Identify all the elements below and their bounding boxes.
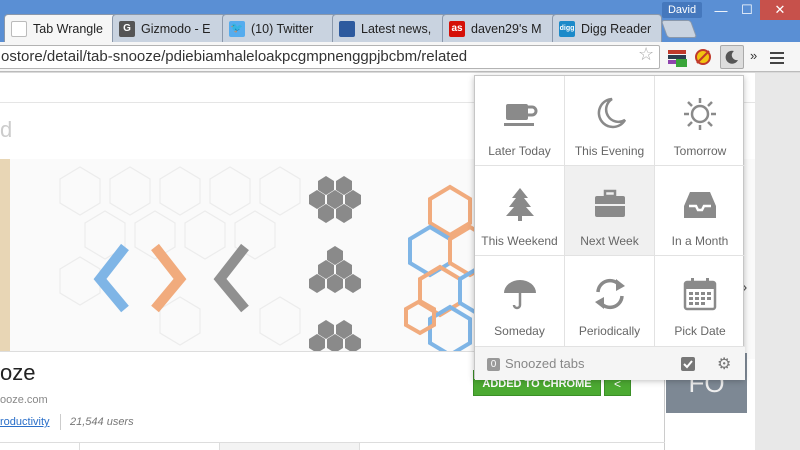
- snooze-periodically[interactable]: Periodically: [565, 256, 655, 346]
- gear-icon[interactable]: ⚙: [717, 354, 731, 374]
- app-category-link[interactable]: roductivity: [0, 416, 50, 428]
- detail-tab[interactable]: [0, 443, 80, 450]
- address-bar[interactable]: ostore/detail/tab-snooze/pdiebiamhaleloa…: [0, 45, 660, 69]
- moon-icon: [597, 97, 626, 129]
- repeat-icon: [594, 278, 625, 310]
- lastfm-icon: as: [449, 20, 465, 37]
- coffee-cup-icon: [503, 104, 537, 126]
- option-label: Someday: [494, 324, 545, 338]
- store-breadcrumb: d: [0, 117, 13, 142]
- chrome-menu-icon[interactable]: [770, 52, 784, 67]
- popup-footer: 0 Snoozed tabs ⚙: [475, 346, 745, 380]
- checkbox-icon[interactable]: [681, 357, 695, 371]
- page-icon: [11, 20, 27, 37]
- snoozed-tabs-link[interactable]: Snoozed tabs: [505, 356, 585, 371]
- calendar-icon: [683, 278, 717, 311]
- option-label: Pick Date: [674, 324, 726, 338]
- bookmark-star-icon[interactable]: ☆: [638, 44, 654, 65]
- snooze-popup: Later Today This Evening Tomorrow This W…: [474, 75, 745, 380]
- tab-title: daven29's M: [471, 21, 542, 36]
- option-label: In a Month: [671, 234, 729, 248]
- app-title: oze: [0, 360, 36, 385]
- title-bar: David — ☐ ✕ Tab Wrangle G Gizmodo - E 🐦 …: [0, 0, 800, 42]
- tab-tab-wrangler[interactable]: Tab Wrangle: [4, 14, 118, 42]
- briefcase-icon: [594, 189, 625, 217]
- option-label: Next Week: [580, 234, 639, 248]
- user-badge[interactable]: David: [662, 2, 702, 18]
- detail-tabs: [0, 442, 665, 450]
- snooze-this-evening[interactable]: This Evening: [565, 76, 655, 166]
- maximize-button[interactable]: ☐: [734, 0, 760, 20]
- sun-icon: [684, 98, 716, 130]
- tab-title: Tab Wrangle: [33, 21, 103, 36]
- umbrella-icon: [503, 280, 536, 310]
- digg-icon: digg: [559, 20, 575, 37]
- option-label: Tomorrow: [673, 144, 727, 158]
- tab-strip: Tab Wrangle G Gizmodo - E 🐦 (10) Twitter…: [0, 14, 662, 42]
- option-label: This Evening: [574, 144, 645, 158]
- twitter-icon: 🐦: [229, 20, 245, 37]
- gizmodo-icon: G: [119, 20, 135, 37]
- snoozed-count-badge: 0: [487, 358, 500, 371]
- tree-icon: [505, 188, 534, 221]
- page-scrollbar[interactable]: [755, 73, 800, 450]
- tab-title: (10) Twitter: [251, 21, 314, 36]
- block-extension-icon[interactable]: [692, 46, 714, 68]
- minimize-button[interactable]: —: [708, 0, 734, 20]
- option-label: Periodically: [578, 324, 641, 338]
- extension-stack-icon[interactable]: [666, 46, 688, 68]
- tab-title: Latest news,: [361, 21, 432, 36]
- snooze-in-a-month[interactable]: In a Month: [655, 166, 745, 256]
- snooze-next-week[interactable]: Next Week: [565, 166, 655, 256]
- snooze-options-grid: Later Today This Evening Tomorrow This W…: [475, 76, 745, 346]
- option-label: This Weekend: [481, 234, 558, 248]
- close-window-button[interactable]: ✕: [760, 0, 800, 20]
- tab-digg-reader[interactable]: digg Digg Reader: [552, 14, 662, 42]
- app-website[interactable]: ooze.com: [0, 394, 48, 406]
- extensions-overflow-icon[interactable]: »: [750, 48, 757, 63]
- snooze-later-today[interactable]: Later Today: [475, 76, 565, 166]
- tab-title: Digg Reader: [581, 21, 652, 36]
- tab-lastfm[interactable]: as daven29's M: [442, 14, 556, 42]
- new-tab-button[interactable]: [660, 20, 698, 38]
- detail-tab[interactable]: [80, 443, 220, 450]
- snooze-tomorrow[interactable]: Tomorrow: [655, 76, 745, 166]
- news-icon: [339, 20, 355, 37]
- toolbar: ostore/detail/tab-snooze/pdiebiamhaleloa…: [0, 42, 800, 72]
- tab-twitter[interactable]: 🐦 (10) Twitter: [222, 14, 336, 42]
- tab-gizmodo[interactable]: G Gizmodo - E: [112, 14, 226, 42]
- option-label: Later Today: [488, 144, 551, 158]
- tab-snooze-extension-icon[interactable]: [720, 45, 744, 69]
- snooze-someday[interactable]: Someday: [475, 256, 565, 346]
- detail-tab[interactable]: [220, 443, 360, 450]
- divider: [60, 414, 61, 430]
- user-count: 21,544 users: [70, 416, 134, 428]
- tab-latest-news[interactable]: Latest news,: [332, 14, 446, 42]
- snooze-pick-date[interactable]: Pick Date: [655, 256, 745, 346]
- inbox-tray-icon: [684, 192, 716, 218]
- snooze-this-weekend[interactable]: This Weekend: [475, 166, 565, 256]
- tab-title: Gizmodo - E: [141, 21, 211, 36]
